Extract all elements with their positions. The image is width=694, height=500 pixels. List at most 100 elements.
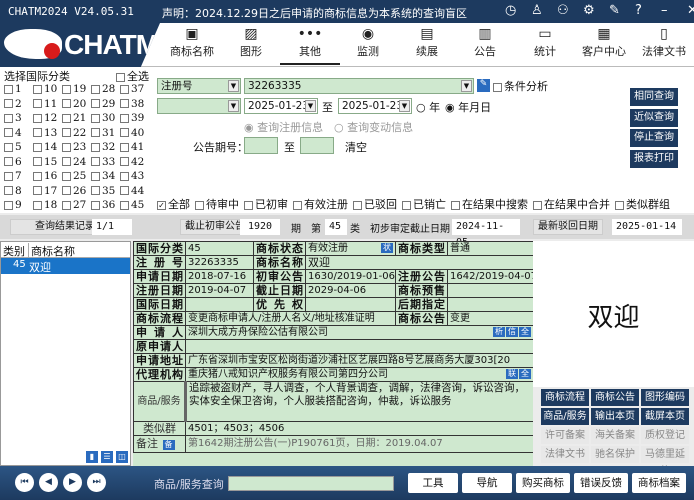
date-to[interactable]: 2025-01-23 ▼ — [338, 98, 412, 114]
checkbox[interactable] — [120, 113, 129, 123]
class-checkbox-34[interactable]: 34 — [91, 170, 115, 182]
bottom-button-1[interactable]: 导航 — [462, 473, 512, 493]
analyze-tag[interactable]: 析 — [493, 326, 505, 337]
checkbox[interactable] — [62, 186, 71, 195]
class-checkbox-27[interactable]: 27 — [62, 199, 86, 211]
checkbox[interactable] — [353, 200, 362, 210]
query-button-1[interactable]: 近似查询 — [630, 108, 678, 127]
class-checkbox-41[interactable]: 41 — [120, 141, 144, 153]
list-icon[interactable]: ☰ — [101, 451, 113, 463]
right-button-9[interactable]: 法律文书 — [541, 446, 589, 463]
nav-8[interactable]: ▯ 法律文书 — [634, 25, 694, 65]
right-button-1[interactable]: 商标公告 — [591, 389, 639, 406]
bottom-button-3[interactable]: 错误反馈 — [574, 473, 628, 493]
class-checkbox-44[interactable]: 44 — [120, 185, 144, 197]
class-checkbox-42[interactable]: 42 — [120, 156, 144, 168]
filter-7[interactable]: 在结果中合并 — [533, 198, 610, 211]
gazette-from-input[interactable] — [244, 137, 278, 154]
checkbox[interactable] — [293, 200, 302, 210]
bar-chart-icon[interactable]: ▮ — [86, 451, 98, 463]
checkbox[interactable] — [120, 142, 129, 152]
class-checkbox-15[interactable]: 15 — [33, 156, 57, 168]
checkbox[interactable] — [4, 200, 13, 210]
checkbox[interactable] — [33, 157, 42, 166]
nav-3[interactable]: ◉ 监测 — [338, 25, 398, 65]
filter-3[interactable]: 有效注册 — [293, 198, 348, 211]
right-button-10[interactable]: 驰名保护 — [591, 446, 639, 463]
checkbox[interactable] — [33, 171, 42, 181]
class-checkbox-2[interactable]: 2 — [4, 98, 22, 110]
checkbox[interactable] — [62, 200, 71, 210]
class-checkbox-19[interactable]: 19 — [62, 83, 86, 95]
class-checkbox-37[interactable]: 37 — [120, 83, 144, 95]
nav-0[interactable]: ▣ 商标名称 — [162, 25, 222, 65]
class-checkbox-23[interactable]: 23 — [62, 141, 86, 153]
filter-0[interactable]: ✓ 全部 — [157, 198, 190, 211]
class-checkbox-43[interactable]: 43 — [120, 170, 144, 182]
checkbox[interactable] — [62, 84, 71, 94]
class-checkbox-26[interactable]: 26 — [62, 185, 86, 197]
edit-icon[interactable]: ✎ — [477, 79, 490, 92]
class-checkbox-17[interactable]: 17 — [33, 185, 57, 197]
class-checkbox-28[interactable]: 28 — [91, 83, 115, 95]
col-header-class[interactable]: 类别 — [3, 243, 25, 259]
select-all-checkbox[interactable]: 全选 — [116, 68, 149, 84]
checkbox[interactable] — [62, 113, 71, 123]
change-info-radio[interactable]: ○ 查询变动信息 — [334, 119, 413, 135]
checkbox[interactable] — [62, 142, 71, 152]
col-header-name[interactable]: 商标名称 — [28, 243, 75, 259]
class-checkbox-40[interactable]: 40 — [120, 127, 144, 139]
clear-link[interactable]: 清空 — [345, 139, 367, 155]
checkbox[interactable] — [402, 200, 411, 210]
class-checkbox-38[interactable]: 38 — [120, 98, 144, 110]
checkbox[interactable] — [91, 186, 100, 195]
checkbox[interactable] — [33, 84, 42, 94]
checkbox[interactable] — [91, 200, 100, 210]
class-checkbox-13[interactable]: 13 — [33, 127, 57, 139]
link-tag[interactable]: 联 — [506, 368, 518, 379]
search-input[interactable]: 32263335 ▼ — [244, 78, 474, 94]
checkbox[interactable] — [4, 171, 13, 181]
first-icon[interactable]: ⏮ — [15, 473, 34, 492]
checkbox[interactable] — [451, 200, 460, 210]
checkbox[interactable] — [91, 142, 100, 152]
nav-4[interactable]: ▤ 续展 — [397, 25, 457, 65]
nav-7[interactable]: ▦ 客户中心 — [574, 25, 634, 65]
checkbox[interactable]: ✓ — [157, 200, 166, 210]
class-checkbox-12[interactable]: 12 — [33, 112, 57, 124]
class-checkbox-33[interactable]: 33 — [91, 156, 115, 168]
class-checkbox-45[interactable]: 45 — [120, 199, 144, 211]
filter-2[interactable]: 已初审 — [244, 198, 288, 211]
checkbox[interactable] — [4, 128, 13, 137]
checkbox[interactable] — [244, 200, 253, 210]
checkbox[interactable] — [33, 142, 42, 152]
class-checkbox-7[interactable]: 7 — [4, 170, 22, 182]
year-radio[interactable]: ○ 年 — [416, 99, 440, 115]
right-button-5[interactable]: 截屏本页 — [641, 408, 689, 425]
class-checkbox-35[interactable]: 35 — [91, 185, 115, 197]
help-icon[interactable]: ? — [635, 3, 642, 18]
remark-tag[interactable]: 备 — [162, 440, 175, 450]
right-button-0[interactable]: 商标流程 — [541, 389, 589, 406]
query-button-0[interactable]: 相同查询 — [630, 88, 678, 106]
right-button-6[interactable]: 许可备案 — [541, 427, 589, 444]
next-icon[interactable]: ▶ — [63, 473, 82, 492]
all-tag[interactable]: 全 — [519, 326, 531, 337]
filter-6[interactable]: 在结果中搜索 — [451, 198, 528, 211]
filter-4[interactable]: 已驳回 — [353, 198, 397, 211]
bottom-button-0[interactable]: 工具 — [408, 473, 458, 493]
date-from[interactable]: 2025-01-23 ▼ — [244, 98, 318, 114]
class-checkbox-5[interactable]: 5 — [4, 141, 22, 153]
checkbox[interactable] — [91, 84, 100, 94]
nav-5[interactable]: ▥ 公告 — [455, 25, 515, 65]
checkbox[interactable] — [91, 113, 100, 123]
shirt-icon[interactable]: ♙ — [531, 3, 543, 18]
class-checkbox-32[interactable]: 32 — [91, 141, 115, 153]
list-item[interactable]: 45 双迎 — [1, 258, 130, 274]
checkbox[interactable] — [33, 200, 42, 210]
users-icon[interactable]: ⚇ — [557, 3, 569, 18]
checkbox[interactable] — [120, 200, 129, 210]
checkbox[interactable] — [91, 128, 100, 137]
class-checkbox-3[interactable]: 3 — [4, 112, 22, 124]
checkbox[interactable] — [62, 99, 71, 108]
